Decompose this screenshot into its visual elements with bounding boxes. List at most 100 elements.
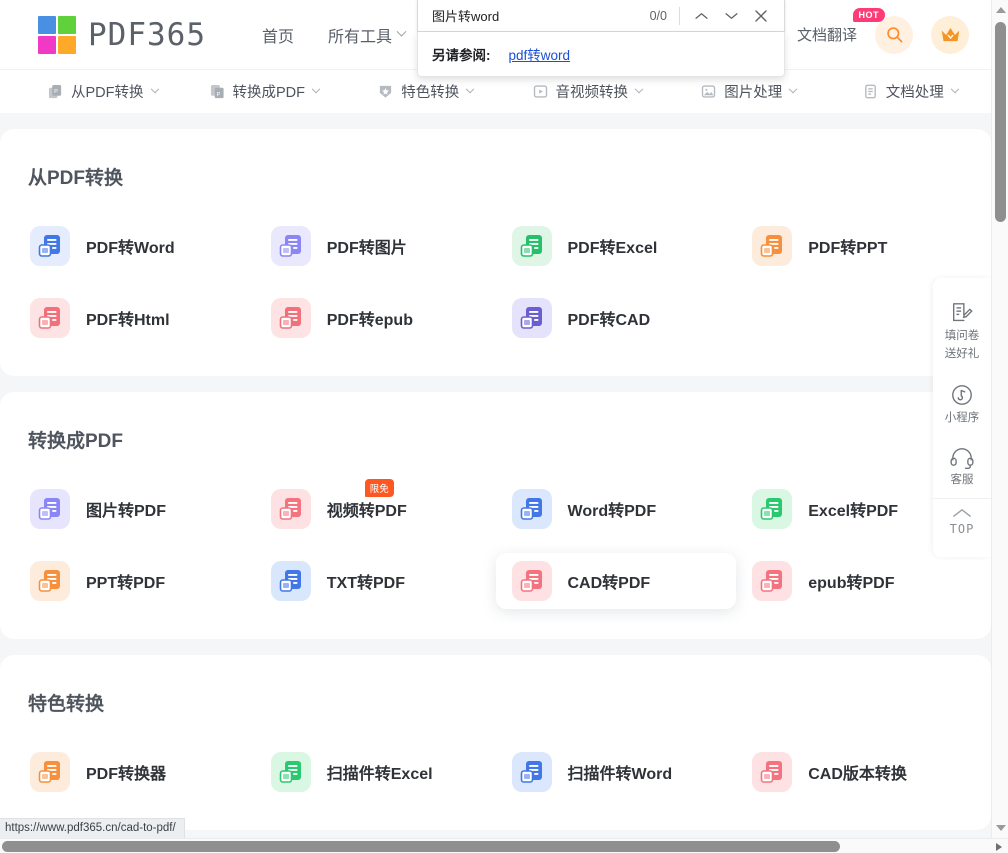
tool-card[interactable]: PDF转Excel — [496, 218, 737, 274]
section-title: 从PDF转换 — [28, 168, 124, 189]
find-close-button[interactable] — [746, 3, 776, 29]
scroll-down-arrow-icon[interactable] — [996, 825, 1006, 831]
chevron-down-icon — [311, 84, 321, 93]
tool-glyph-icon — [279, 761, 301, 783]
category-from-pdf[interactable]: P 从PDF转换 — [22, 81, 184, 102]
close-icon — [755, 9, 767, 22]
vip-button[interactable] — [931, 15, 969, 54]
category-media[interactable]: 音视频转换 — [507, 81, 669, 102]
tool-card[interactable]: Word转PDF — [496, 481, 737, 537]
tool-glyph-icon — [760, 761, 783, 783]
vertical-scrollbar-thumb[interactable] — [995, 22, 1006, 222]
tool-card[interactable]: PDF转epub — [255, 290, 496, 346]
tool-card[interactable]: CAD版本转换 — [736, 744, 977, 800]
tool-card-label: PDF转epub — [326, 312, 413, 329]
tool-card[interactable]: CAD转PDF — [495, 553, 737, 609]
scroll-up-arrow-icon[interactable] — [996, 7, 1006, 13]
tool-card-label: 扫描件转Excel — [326, 766, 433, 783]
tool-card-label: 图片转PDF — [86, 503, 167, 520]
vertical-scrollbar[interactable] — [991, 0, 1008, 838]
tool-card[interactable]: PDF转PPT — [736, 218, 977, 274]
find-divider — [679, 6, 680, 25]
cad-to-pdf-icon — [511, 561, 552, 601]
tool-glyph-icon — [520, 307, 542, 329]
category-media-label: 音视频转换 — [555, 85, 629, 101]
tool-card[interactable]: PPT转PDF — [14, 553, 255, 609]
rail-item-miniprogram[interactable]: 小程序 — [933, 372, 991, 436]
tool-card[interactable]: PDF转CAD — [496, 290, 737, 346]
tool-section: 转换成PDF 图片转PDF 视频转PDF 限免 Word转PDF Excel转PDF PPT… — [0, 392, 991, 639]
tool-card[interactable]: epub转PDF — [736, 553, 977, 609]
tool-card[interactable]: PDF转Word — [14, 218, 255, 274]
category-document[interactable]: 文档处理 — [830, 81, 992, 102]
tool-card-label: PDF转CAD — [567, 312, 651, 329]
tool-card[interactable]: 图片转PDF — [14, 481, 255, 537]
find-input[interactable]: 图片转word — [432, 6, 650, 25]
doc-cad-icon — [511, 298, 552, 338]
txt-to-pdf-icon — [270, 561, 311, 601]
tool-card-badge: 限免 — [364, 479, 394, 497]
header-right-actions: 文档翻译 HOT — [797, 8, 969, 54]
tool-card-label: Excel转PDF — [808, 503, 899, 520]
doc-html-icon — [30, 298, 70, 338]
rail-item-back-to-top[interactable]: TOP — [933, 498, 991, 547]
category-image[interactable]: 图片处理 — [668, 81, 830, 102]
ppt-to-pdf-icon — [30, 561, 70, 601]
tool-card-label: PDF转PPT — [808, 240, 888, 257]
tool-card-label: PDF转Html — [86, 312, 170, 329]
pdf365-logo-icon — [38, 15, 76, 54]
pdf-convert-to-icon: P — [210, 84, 225, 99]
hot-badge: HOT — [852, 8, 885, 22]
tool-glyph-icon — [38, 235, 60, 257]
doc-ppt-icon — [752, 226, 793, 266]
tool-glyph-icon — [520, 761, 542, 783]
tool-card-label: Word转PDF — [567, 503, 657, 520]
find-next-button[interactable] — [716, 3, 746, 29]
find-suggestion-link[interactable]: pdf转word — [509, 44, 571, 64]
category-document-label: 文档处理 — [885, 85, 944, 101]
scroll-right-arrow-icon[interactable] — [996, 843, 1002, 851]
rail-item-back-to-top-label: TOP — [949, 522, 975, 536]
tool-card[interactable]: 扫描件转Word — [496, 744, 737, 800]
category-image-label: 图片处理 — [724, 85, 783, 101]
category-featured-label: 特色转换 — [401, 85, 460, 101]
find-previous-button[interactable] — [686, 3, 716, 29]
rail-item-support[interactable]: 客服 — [933, 436, 991, 498]
chevron-down-icon — [466, 84, 475, 93]
tool-glyph-icon — [279, 307, 301, 329]
rail-item-survey[interactable]: 填问卷 送好礼 — [933, 290, 991, 372]
nav-item-home[interactable]: 首页 — [262, 23, 294, 47]
nav-item-home-label: 首页 — [261, 28, 294, 46]
category-featured[interactable]: 特色转换 — [345, 81, 507, 102]
nav-item-all-tools[interactable]: 所有工具 — [328, 23, 407, 47]
category-to-pdf[interactable]: P 转换成PDF — [184, 81, 346, 102]
category-to-pdf-label: 转换成PDF — [232, 85, 306, 101]
tool-glyph-icon — [760, 570, 783, 592]
chevron-down-icon — [150, 84, 159, 93]
floating-side-rail: 填问卷 送好礼 小程序 客服 TOP — [933, 278, 991, 557]
tool-section: 特色转换 PDF转换器 扫描件转Excel 扫描件转Word CAD版本转换 — [0, 655, 991, 830]
section-title: 特色转换 — [28, 694, 105, 715]
tool-card-label: PDF转Excel — [567, 240, 658, 257]
doc-word-icon — [30, 226, 70, 266]
tool-card[interactable]: 扫描件转Excel — [255, 744, 496, 800]
tool-glyph-icon — [38, 307, 60, 329]
tool-card[interactable]: 视频转PDF 限免 — [255, 479, 496, 537]
horizontal-scrollbar-thumb[interactable] — [2, 841, 840, 852]
tool-card[interactable]: TXT转PDF — [255, 553, 496, 609]
tool-card[interactable]: PDF转Html — [14, 290, 255, 346]
tool-glyph-icon — [279, 498, 301, 520]
scan-word-icon — [511, 752, 552, 792]
nav-item-doc-translate[interactable]: 文档翻译 HOT — [797, 8, 885, 45]
find-suggestion-panel: 另请参阅: pdf转word — [417, 32, 785, 77]
tool-glyph-icon — [279, 235, 301, 257]
tool-card[interactable]: PDF转图片 — [255, 218, 496, 274]
tool-card[interactable]: PDF转换器 — [14, 744, 255, 800]
brand-logo[interactable]: PDF365 — [38, 15, 206, 54]
tool-card-label: CAD转PDF — [567, 575, 651, 592]
tool-glyph-icon — [38, 761, 60, 783]
horizontal-scrollbar[interactable] — [0, 838, 1008, 853]
chevron-down-icon — [950, 84, 959, 93]
status-bar-url: https://www.pdf365.cn/cad-to-pdf/ — [0, 818, 185, 838]
rail-item-survey-label-1: 填问卷 — [944, 330, 980, 342]
